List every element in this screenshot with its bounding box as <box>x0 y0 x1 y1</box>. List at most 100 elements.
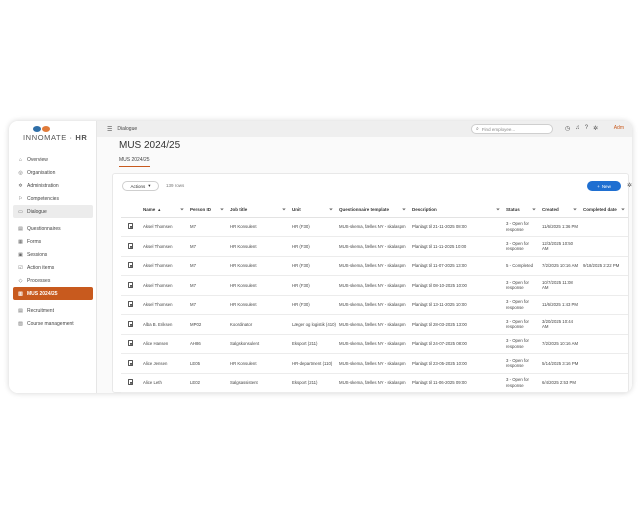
filter-icon[interactable]: ⏷ <box>402 207 406 213</box>
table-cell: AH86 <box>187 334 227 354</box>
filter-icon[interactable]: ⏷ <box>282 207 286 213</box>
table-cell: 9/18/2025 2:22 PM <box>580 256 628 276</box>
course-icon: ▧ <box>18 320 23 327</box>
sidebar-item-dialogue[interactable]: ▭ Dialogue <box>13 205 93 218</box>
sidebar-item-course-management[interactable]: ▧ Course management <box>13 317 93 330</box>
row-icon-cell <box>121 373 140 393</box>
column-header[interactable]: Person ID ⏷ <box>187 203 227 218</box>
table-cell <box>580 275 628 296</box>
document-icon: ▥ <box>18 290 23 297</box>
table-cell: Aksel Thomsen <box>140 217 187 237</box>
table-cell: Planlagt til 21-11-2025 08:00 <box>409 217 503 237</box>
table-cell <box>580 373 628 393</box>
document-icon[interactable] <box>128 262 133 269</box>
sort-asc-icon[interactable]: ▲ <box>157 207 161 212</box>
sidebar-item-label: Competencies <box>27 195 59 202</box>
column-header[interactable]: Unit ⏷ <box>289 203 336 218</box>
table-row[interactable]: Aksel Thomsen M7 HR Konsulent HR (F30) MUS-s… <box>121 275 628 296</box>
chevron-down-icon: ▾ <box>148 183 151 188</box>
column-header[interactable]: Job title ⏷ <box>227 203 289 218</box>
table-row[interactable]: Aksel Thomsen M7 HR Konsulent HR (F30) MUS-s… <box>121 236 628 257</box>
table-row[interactable]: Alice Leth LE02 Salgsassistent Eksport (211… <box>121 373 628 393</box>
recruitment-icon: ▤ <box>18 307 23 314</box>
document-icon[interactable] <box>128 301 133 308</box>
column-header-label: Created <box>542 207 559 213</box>
row-icon-cell <box>121 295 140 315</box>
sidebar-item-label: Questionnaires <box>27 225 61 232</box>
column-header-label: Status <box>506 207 520 213</box>
checklist-icon: ☑ <box>18 264 23 271</box>
table-row[interactable]: Aksel Thomsen M7 HR Konsulent HR (F30) MUS-s… <box>121 295 628 315</box>
column-header[interactable]: Questionnaire template ⏷ <box>336 203 409 218</box>
column-header[interactable]: Completed date ⏷ <box>580 203 628 218</box>
filter-icon[interactable]: ⏷ <box>180 207 184 213</box>
user-menu[interactable]: Adm <box>614 125 624 131</box>
column-header[interactable]: Description ⏷ <box>409 203 503 218</box>
filter-icon[interactable]: ⏷ <box>329 207 333 213</box>
table-cell: HR (F30) <box>289 256 336 276</box>
column-header[interactable]: Created ⏷ <box>539 203 580 218</box>
grid-settings-icon[interactable]: ✲ <box>627 182 632 189</box>
table-cell: Planlagt til 11-11-2025 10:00 <box>409 236 503 257</box>
menu-icon[interactable]: ☰ <box>107 126 112 133</box>
actions-button[interactable]: Actions ▾ <box>122 181 159 191</box>
history-icon[interactable]: ◷ <box>565 125 570 132</box>
table-cell: Salgskonsulent <box>227 334 289 354</box>
breadcrumb[interactable]: Dialogue <box>117 126 137 132</box>
table-cell: 5 - Completed <box>503 256 539 276</box>
row-icon-cell <box>121 275 140 296</box>
sidebar-item-administration[interactable]: ✲ Administration <box>13 179 93 192</box>
sidebar-item-organisation[interactable]: ◎ Organisation <box>13 166 93 179</box>
search-icon: ⌕ <box>476 126 479 132</box>
table-cell: M7 <box>187 275 227 296</box>
bell-icon[interactable]: ♫ <box>575 125 580 132</box>
document-icon[interactable] <box>128 359 133 366</box>
filter-icon[interactable]: ⏷ <box>621 207 625 213</box>
sidebar-item-overview[interactable]: ⌂ Overview <box>13 153 93 166</box>
sidebar-item-label: Action items <box>27 264 55 271</box>
document-icon[interactable] <box>128 223 133 230</box>
column-header[interactable]: Status ⏷ <box>503 203 539 218</box>
table-row[interactable]: Aksel Thomsen M7 HR Konsulent HR (F30) MUS-s… <box>121 217 628 237</box>
table-row[interactable]: Alice Jensen LE05 HR Konsulent HR-departmen… <box>121 353 628 374</box>
document-icon[interactable] <box>128 340 133 347</box>
filter-icon[interactable]: ⏷ <box>532 207 536 213</box>
document-icon[interactable] <box>128 320 133 327</box>
table-row[interactable]: Aksel Thomsen M7 HR Konsulent HR (F30) MUS-s… <box>121 256 628 276</box>
sidebar-item-mus-2024-25[interactable]: ▥ MUS 2024/25 <box>13 287 93 300</box>
table-cell: M7 <box>187 217 227 237</box>
sidebar-item-competencies[interactable]: ⚐ Competencies <box>13 192 93 205</box>
table-cell <box>580 334 628 354</box>
table-header: Name ▲ ⏷ Person ID ⏷ Job title ⏷ Unit ⏷ Questionn… <box>121 203 628 218</box>
sidebar-item-forms[interactable]: ▦ Forms <box>13 235 93 248</box>
filter-icon[interactable]: ⏷ <box>496 207 500 213</box>
document-icon[interactable] <box>128 242 133 249</box>
logo: INNOMATE · HR <box>23 126 87 148</box>
document-icon[interactable] <box>128 379 133 386</box>
tab-mus[interactable]: MUS 2024/25 <box>119 157 150 167</box>
sidebar-item-questionnaires[interactable]: ▤ Questionnaires <box>13 222 93 235</box>
help-icon[interactable]: ? <box>585 125 588 132</box>
table-cell: LE05 <box>187 353 227 374</box>
table-cell: HR (F30) <box>289 275 336 296</box>
filter-icon[interactable]: ⏷ <box>220 207 224 213</box>
sidebar-item-label: Course management <box>27 320 74 327</box>
table-cell: 10/7/2025 11:08 AM <box>539 275 580 296</box>
table-cell: HR Konsulent <box>227 353 289 374</box>
table-row[interactable]: Alice Hansen AH86 Salgskonsulent Eksport (2… <box>121 334 628 354</box>
sidebar-item-recruitment[interactable]: ▤ Recruitment <box>13 304 93 317</box>
settings-icon[interactable]: ✲ <box>593 125 598 132</box>
new-button[interactable]: + New <box>587 181 621 191</box>
sidebar-item-action-items[interactable]: ☑ Action items <box>13 261 93 274</box>
sidebar-item-processes[interactable]: ◇ Processes <box>13 274 93 287</box>
document-icon[interactable] <box>128 281 133 288</box>
column-header-label: Job title <box>230 207 248 213</box>
table-cell <box>580 314 628 335</box>
search-input[interactable]: ⌕ Find employee... <box>471 124 553 134</box>
org-icon: ◎ <box>18 169 23 176</box>
sidebar-item-sessions[interactable]: ▣ Sessions <box>13 248 93 261</box>
table-cell: HR Konsulent <box>227 217 289 237</box>
filter-icon[interactable]: ⏷ <box>573 207 577 213</box>
table-row[interactable]: Alba B. Eriksen MP02 Koordinator Læger og l… <box>121 314 628 335</box>
column-header[interactable]: Name ▲ ⏷ <box>140 203 187 218</box>
